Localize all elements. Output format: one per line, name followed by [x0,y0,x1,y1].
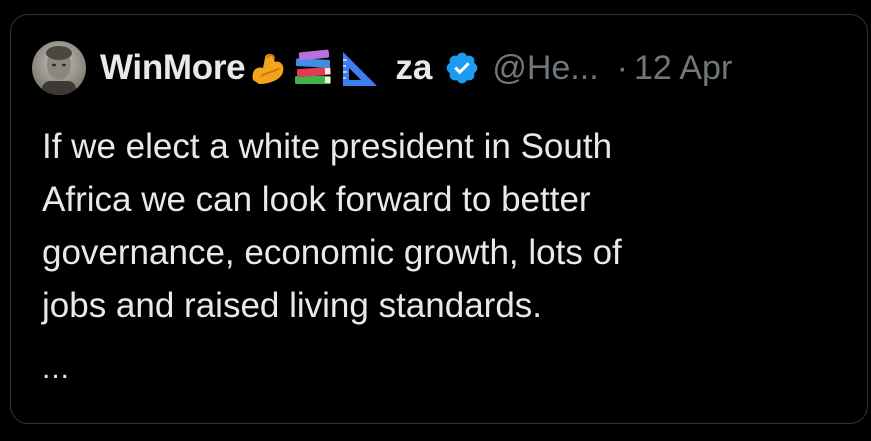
author-name-suffix[interactable]: za [395,48,432,88]
author-display-name[interactable]: WinMore [100,48,246,88]
tweet-text-line: If we elect a white president in South [42,127,613,166]
books-icon [291,46,337,90]
flexed-biceps-icon [247,46,291,90]
name-emoji-group [247,44,381,92]
tweet-text: If we elect a white president in South A… [42,120,832,332]
meta-separator: · [616,48,628,87]
tweet-text-line: governance, economic growth, lots of [42,233,622,272]
tweet-header: WinMore za @He... · 12 Apr [32,38,732,98]
triangular-ruler-icon [337,46,381,90]
tweet-date[interactable]: 12 Apr [634,49,732,88]
verified-badge-icon [444,50,480,86]
tweet-text-line: Africa we can look forward to better [42,180,591,219]
tweet-text-line: jobs and raised living standards. [42,286,543,325]
avatar[interactable] [32,41,86,95]
truncation-ellipsis[interactable]: ... [42,352,70,386]
author-handle[interactable]: @He... [492,49,598,88]
